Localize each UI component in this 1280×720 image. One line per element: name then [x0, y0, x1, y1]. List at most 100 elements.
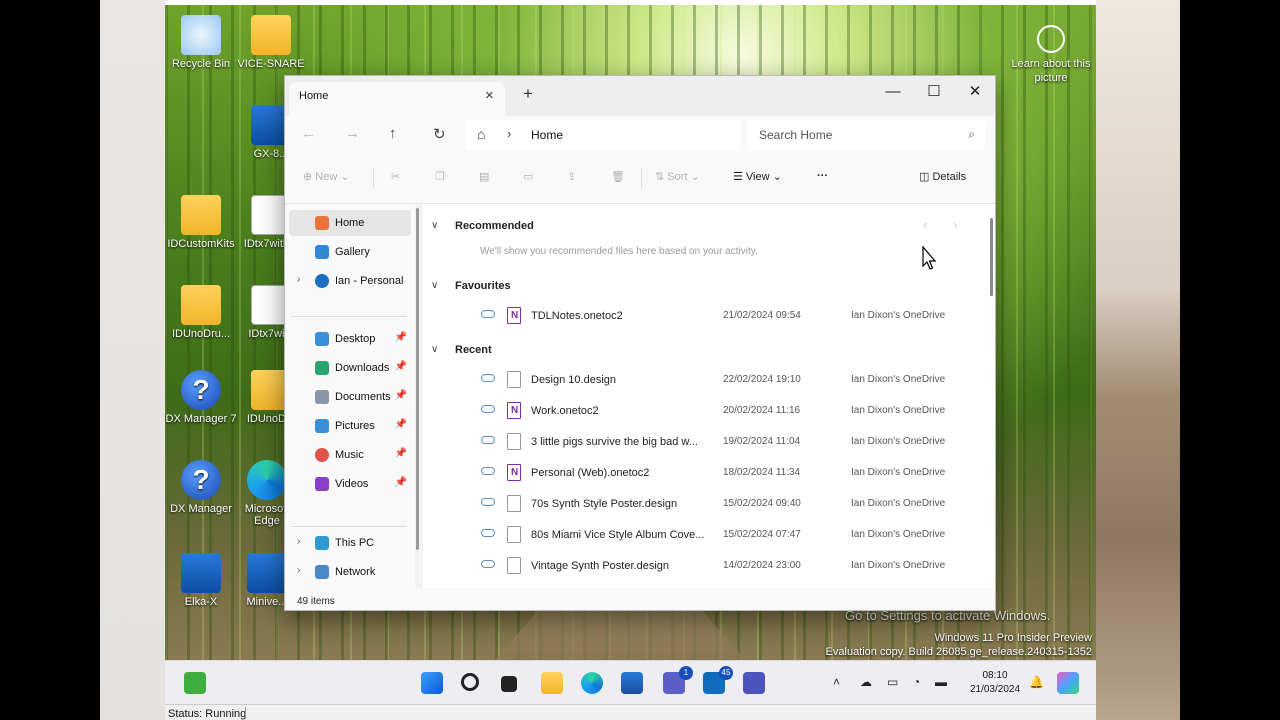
desktop-icon-idunodru[interactable]: IDUnoDru...: [165, 285, 237, 340]
file-date: 21/02/2024 09:54: [723, 310, 801, 321]
network-tray-icon[interactable]: ◔: [913, 675, 920, 689]
copilot-icon[interactable]: [1057, 672, 1079, 694]
search-input[interactable]: Search Home ⌕: [747, 120, 985, 150]
view-button[interactable]: ☰ View ⌄: [733, 170, 782, 183]
section-recommended[interactable]: ∨ Recommended: [431, 220, 534, 232]
widgets-icon[interactable]: [184, 672, 206, 694]
desktop-icon-dx-manager-7[interactable]: ? DX Manager 7: [165, 370, 237, 425]
close-tab-icon[interactable]: ×: [485, 87, 494, 104]
chevron-down-icon[interactable]: ∨: [431, 220, 438, 231]
onedrive-tray-icon[interactable]: ☁: [860, 675, 872, 689]
chevron-left-icon[interactable]: ‹: [923, 217, 927, 232]
section-recent[interactable]: ∨ Recent: [431, 344, 492, 356]
nav-label: Videos: [335, 478, 369, 490]
address-bar[interactable]: ⌂ › Home: [465, 120, 741, 150]
task-view-icon[interactable]: [501, 676, 517, 692]
cloud-icon: [481, 436, 495, 444]
delete-icon[interactable]: 🗑: [611, 170, 625, 183]
file-date: 15/02/2024 07:47: [723, 529, 801, 540]
file-row[interactable]: Work.onetoc2 20/02/2024 11:16 Ian Dixon's …: [473, 397, 993, 427]
nav-item-home[interactable]: Home: [289, 210, 411, 236]
details-button[interactable]: ◫ Details: [919, 170, 966, 183]
mouse-cursor-icon: [922, 246, 936, 270]
store-icon[interactable]: [621, 672, 643, 694]
nav-item-network[interactable]: › Network: [289, 559, 411, 585]
help-icon: ?: [181, 370, 221, 410]
file-date: 22/02/2024 19:10: [723, 374, 801, 385]
search-icon[interactable]: [461, 673, 479, 691]
back-arrow-icon[interactable]: ←: [301, 125, 316, 142]
sort-button[interactable]: ⇅ Sort ⌄: [655, 170, 700, 183]
nav-item-music[interactable]: Music 📌: [289, 442, 411, 468]
chevron-right-icon[interactable]: ›: [953, 217, 957, 232]
nav-item-downloads[interactable]: Downloads 📌: [289, 355, 411, 381]
chevron-right-icon[interactable]: ›: [297, 536, 300, 547]
nav-scrollbar[interactable]: [416, 208, 419, 550]
file-row[interactable]: 80s Miami Vice Style Album Cove... 15/02/…: [473, 521, 993, 551]
desktop-icon-idcustomkits[interactable]: IDCustomKits: [165, 195, 237, 250]
minimize-button[interactable]: —: [873, 79, 913, 105]
share-icon[interactable]: ⇪: [567, 170, 576, 183]
cloud-icon: [481, 310, 495, 318]
more-options-button[interactable]: ···: [817, 170, 828, 182]
refresh-icon[interactable]: ↻: [433, 125, 446, 143]
file-location: Ian Dixon's OneDrive: [851, 405, 946, 416]
notification-bell-icon[interactable]: 🔔: [1029, 675, 1044, 689]
rename-icon[interactable]: ▭: [523, 170, 533, 183]
maximize-button[interactable]: ☐: [914, 79, 954, 105]
file-row[interactable]: 3 little pigs survive the big bad w... 19…: [473, 428, 993, 458]
edge-icon[interactable]: [581, 672, 603, 694]
desktop-icon-vice-snare[interactable]: VICE-SNARE: [235, 15, 307, 70]
nav-label: Pictures: [335, 420, 375, 432]
desktop-icon-elka-x[interactable]: Elka-X: [165, 553, 237, 608]
file-row[interactable]: 70s Synth Style Poster.design 15/02/2024 …: [473, 490, 993, 520]
nav-item-desktop[interactable]: Desktop 📌: [289, 326, 411, 352]
nav-item-documents[interactable]: Documents 📌: [289, 384, 411, 410]
nav-item-videos[interactable]: Videos 📌: [289, 471, 411, 497]
teams-preview-icon[interactable]: [743, 672, 765, 694]
file-date: 20/02/2024 11:16: [723, 405, 801, 416]
file-row[interactable]: Vintage Synth Poster.design 14/02/2024 23…: [473, 552, 993, 582]
battery-icon[interactable]: ▬: [935, 675, 947, 689]
clock[interactable]: 08:10 21/03/2024: [962, 669, 1028, 697]
new-tab-button[interactable]: +: [523, 84, 533, 104]
cut-icon[interactable]: ✂: [391, 170, 400, 183]
forward-arrow-icon[interactable]: →: [345, 125, 360, 142]
tab-home[interactable]: Home ×: [289, 82, 505, 116]
chevron-right-icon[interactable]: ›: [297, 274, 300, 285]
file-location: Ian Dixon's OneDrive: [851, 560, 946, 571]
nav-item-pictures[interactable]: Pictures 📌: [289, 413, 411, 439]
content-scrollbar[interactable]: [990, 218, 993, 296]
outlook-icon[interactable]: 45: [703, 666, 733, 694]
start-button-icon[interactable]: [421, 672, 443, 694]
learn-about-picture[interactable]: Learn about this picture: [1011, 25, 1091, 85]
paste-icon[interactable]: ▤: [479, 170, 489, 183]
file-row[interactable]: TDLNotes.onetoc2 21/02/2024 09:54 Ian Di…: [473, 302, 993, 332]
clock-time: 08:10: [982, 670, 1008, 681]
chevron-down-icon[interactable]: ∨: [431, 344, 438, 355]
chevron-up-icon[interactable]: ˄: [833, 675, 840, 689]
nav-item-this-pc[interactable]: › This PC: [289, 530, 411, 556]
file-explorer-icon[interactable]: [541, 672, 563, 694]
breadcrumb-home[interactable]: Home: [531, 128, 563, 142]
file-row[interactable]: Design 10.design 22/02/2024 19:10 Ian Dixo…: [473, 366, 993, 396]
chevron-down-icon[interactable]: ∨: [431, 280, 438, 291]
close-button[interactable]: ✕: [955, 79, 995, 105]
display-icon[interactable]: ▭: [887, 675, 898, 689]
copy-icon[interactable]: ❐: [435, 170, 445, 183]
nav-item-onedrive[interactable]: › Ian - Personal: [289, 268, 411, 294]
chevron-right-icon[interactable]: ›: [507, 126, 511, 141]
title-bar[interactable]: Home × + — ☐ ✕: [285, 76, 995, 116]
up-arrow-icon[interactable]: ↑: [389, 125, 397, 142]
new-button[interactable]: ⊕ New ⌄: [303, 170, 350, 183]
desktop-icon-dx-manager[interactable]: ? DX Manager: [165, 460, 237, 515]
chevron-right-icon[interactable]: ›: [297, 565, 300, 576]
home-icon[interactable]: ⌂: [477, 126, 485, 142]
nav-item-gallery[interactable]: Gallery: [289, 239, 411, 265]
recommended-hint: We'll show you recommended files here ba…: [480, 246, 758, 257]
desktop-icon-recycle-bin[interactable]: Recycle Bin: [165, 15, 237, 70]
teams-icon[interactable]: 1: [663, 666, 693, 694]
file-row[interactable]: Personal (Web).onetoc2 18/02/2024 11:34 Ia…: [473, 459, 993, 489]
section-favourites[interactable]: ∨ Favourites: [431, 280, 511, 292]
desktop[interactable]: Recycle Bin VICE-SNARE GX-8... IDCustomK…: [165, 5, 1096, 660]
